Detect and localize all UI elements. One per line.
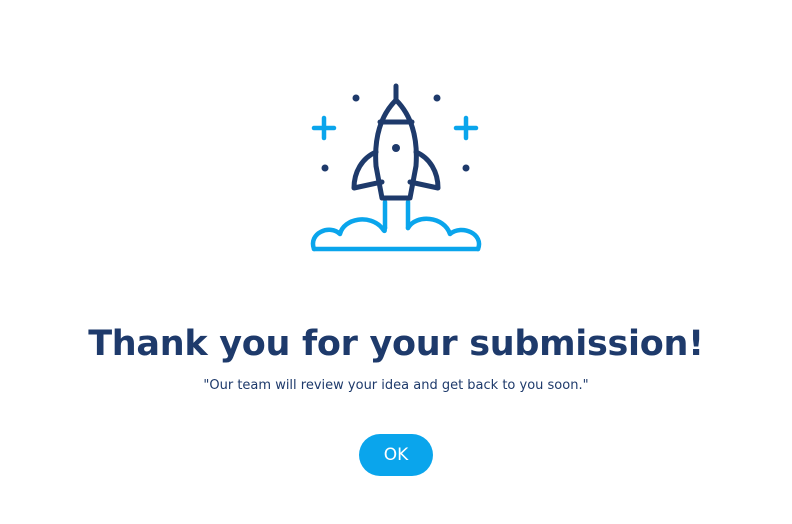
rocket-launch-icon <box>300 78 492 258</box>
submission-confirmation-dialog: Thank you for your submission! "Our team… <box>0 0 792 524</box>
ok-button[interactable]: OK <box>359 434 433 476</box>
dialog-message: "Our team will review your idea and get … <box>203 378 589 393</box>
dialog-title: Thank you for your submission! <box>88 324 704 364</box>
